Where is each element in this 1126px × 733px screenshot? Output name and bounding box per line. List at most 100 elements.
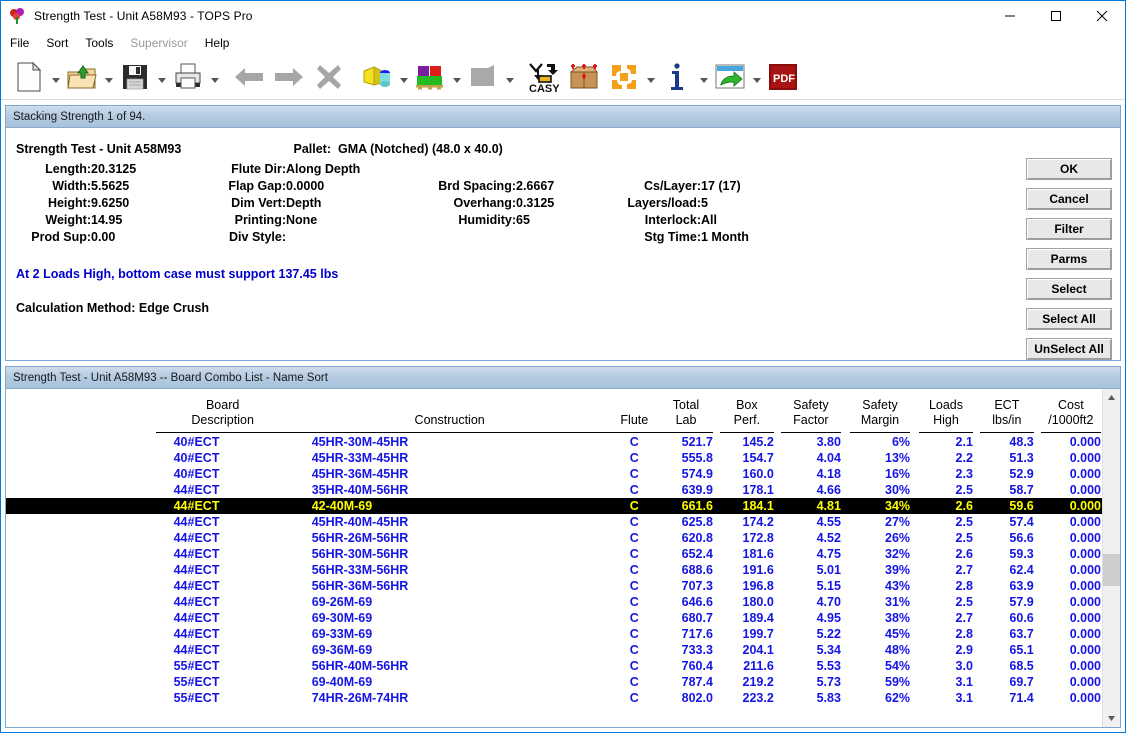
scrollbar-track[interactable] xyxy=(1103,406,1120,710)
new-document-icon[interactable] xyxy=(9,58,49,96)
apps-grid-dropdown-arrow[interactable] xyxy=(644,58,657,96)
div-style-label: Div Style: xyxy=(229,230,286,244)
table-row[interactable]: 55#ECT 69-40M-69 C 787.4 219.2 5.73 59% 3.1 69.7… xyxy=(6,674,1110,690)
table-row[interactable]: 44#ECT 56HR-26M-56HR C 620.8 172.8 4.52 26% 2.5… xyxy=(6,530,1110,546)
header-total-lab[interactable]: Total Lab xyxy=(659,389,720,434)
unit-spec-grid: Length: 20.3125 Flute Dir: Along Depth W… xyxy=(6,161,1036,246)
table-row[interactable]: 40#ECT 45HR-36M-45HR C 574.9 160.0 4.18 16% 2.3… xyxy=(6,466,1110,482)
row-ect: 68.5 xyxy=(1009,659,1034,673)
header-safety-margin[interactable]: Safety Margin xyxy=(849,389,919,434)
header-board-description[interactable]: Board Description xyxy=(155,389,290,434)
header-cost[interactable]: Cost /1000ft2 xyxy=(1040,389,1110,434)
table-row[interactable]: 44#ECT 56HR-36M-56HR C 707.3 196.8 5.15 43% 2.8… xyxy=(6,578,1110,594)
info-icon[interactable] xyxy=(657,58,697,96)
row-safety-factor: 5.34 xyxy=(816,643,841,657)
table-row[interactable]: 44#ECT 69-36M-69 C 733.3 204.1 5.34 48% 2.9 65.1… xyxy=(6,642,1110,658)
row-construction: 42-40M-69 xyxy=(289,498,610,514)
row-ect: 71.4 xyxy=(1009,691,1034,705)
pallet-load-dropdown-arrow[interactable] xyxy=(397,58,410,96)
table-row[interactable]: 55#ECT 56HR-40M-56HR C 760.4 211.6 5.53 54% 3.0… xyxy=(6,658,1110,674)
export-window-icon[interactable] xyxy=(710,58,750,96)
menu-supervisor: Supervisor xyxy=(130,36,188,50)
minimize-button[interactable] xyxy=(987,1,1033,31)
row-cost: 0.000 xyxy=(1069,675,1101,689)
header-box-perf[interactable]: Box Perf. xyxy=(719,389,781,434)
delete-x-icon[interactable] xyxy=(309,58,349,96)
calculation-method: Calculation Method: Edge Crush xyxy=(16,301,210,315)
carton-analysis-icon[interactable] xyxy=(564,58,604,96)
back-arrow-icon[interactable] xyxy=(229,58,269,96)
row-ect: 48.3 xyxy=(1009,435,1034,449)
row-ect: 63.7 xyxy=(1009,627,1034,641)
table-row[interactable]: 44#ECT 45HR-40M-45HR C 625.8 174.2 4.55 27% 2.5… xyxy=(6,514,1110,530)
humidity-value: 65 xyxy=(516,213,530,227)
table-row[interactable]: 40#ECT 45HR-30M-45HR C 521.7 145.2 3.80 6% 2.1 4… xyxy=(6,434,1110,450)
menu-tools[interactable]: Tools xyxy=(85,34,122,52)
table-row[interactable]: 44#ECT 56HR-30M-56HR C 652.4 181.6 4.75 32% 2.6… xyxy=(6,546,1110,562)
close-button[interactable] xyxy=(1079,1,1125,31)
menu-file[interactable]: File xyxy=(10,34,38,52)
table-row[interactable]: 44#ECT 69-30M-69 C 680.7 189.4 4.95 38% 2.7 60.6… xyxy=(6,610,1110,626)
casy-icon[interactable]: CASY xyxy=(524,58,564,96)
table-row[interactable]: 44#ECT 42-40M-69 C 661.6 184.1 4.81 34% 2.6 59.6… xyxy=(6,498,1110,514)
row-board-description: 44#ECT xyxy=(173,547,220,561)
row-cost: 0.000 xyxy=(1069,691,1101,705)
spec-row-width: Width: 5.5625 Flap Gap: 0.0000 Brd Spaci… xyxy=(6,178,1036,195)
open-folder-icon[interactable] xyxy=(62,58,102,96)
header-ect[interactable]: ECT lbs/in xyxy=(979,389,1041,434)
table-row[interactable]: 55#ECT 74HR-26M-74HR C 802.0 223.2 5.83 62% 3.1… xyxy=(6,690,1110,706)
header-total-lab-label: Total Lab xyxy=(672,398,700,427)
menu-help[interactable]: Help xyxy=(205,34,239,52)
save-dropdown-arrow[interactable] xyxy=(155,58,168,96)
header-flute[interactable]: Flute xyxy=(609,389,660,434)
table-row[interactable]: 40#ECT 45HR-33M-45HR C 555.8 154.7 4.04 13% 2.2… xyxy=(6,450,1110,466)
row-left-pad xyxy=(6,546,156,562)
scroll-up-arrow-icon[interactable] xyxy=(1103,389,1120,406)
table-row[interactable]: 44#ECT 35HR-40M-56HR C 639.9 178.1 4.66 30% 2.5… xyxy=(6,482,1110,498)
table-row[interactable]: 44#ECT 69-26M-69 C 646.6 180.0 4.70 31% 2.5 57.9… xyxy=(6,594,1110,610)
table-vertical-scrollbar[interactable] xyxy=(1102,389,1120,727)
row-left-pad xyxy=(6,450,156,466)
layers-load-value: 5 xyxy=(701,196,708,210)
header-safety-factor[interactable]: Safety Factor xyxy=(780,389,850,434)
forward-arrow-icon[interactable] xyxy=(269,58,309,96)
ok-button[interactable]: OK xyxy=(1026,158,1112,180)
unselect-all-button[interactable]: UnSelect All xyxy=(1026,338,1112,360)
menu-sort[interactable]: Sort xyxy=(46,34,77,52)
row-safety-margin: 6% xyxy=(891,435,911,449)
flap-gap-value: 0.0000 xyxy=(286,179,325,193)
height-label: Height: xyxy=(47,196,91,210)
pallet-load-icon[interactable] xyxy=(357,58,397,96)
info-dropdown-arrow[interactable] xyxy=(697,58,710,96)
maximize-button[interactable] xyxy=(1033,1,1079,31)
cancel-button[interactable]: Cancel xyxy=(1026,188,1112,210)
parms-button[interactable]: Parms xyxy=(1026,248,1112,270)
spec-row-weight: Weight: 14.95 Printing: None Humidity: 6… xyxy=(6,212,1036,229)
scrollbar-thumb[interactable] xyxy=(1103,554,1120,586)
pdf-icon[interactable]: PDF xyxy=(763,58,803,96)
open-folder-dropdown-arrow[interactable] xyxy=(102,58,115,96)
print-icon[interactable] xyxy=(168,58,208,96)
table-row[interactable]: 44#ECT 69-33M-69 C 717.6 199.7 5.22 45% 2.8 63.7… xyxy=(6,626,1110,642)
header-loads-high[interactable]: Loads High xyxy=(919,389,980,434)
box-gray-dropdown-arrow[interactable] xyxy=(503,58,516,96)
row-flute: C xyxy=(629,435,639,449)
case-on-pallet-dropdown-arrow[interactable] xyxy=(450,58,463,96)
export-window-dropdown-arrow[interactable] xyxy=(750,58,763,96)
box-gray-icon[interactable] xyxy=(463,58,503,96)
select-all-button[interactable]: Select All xyxy=(1026,308,1112,330)
new-document-dropdown-arrow[interactable] xyxy=(49,58,62,96)
case-on-pallet-icon[interactable] xyxy=(410,58,450,96)
board-combo-list-caption: Strength Test - Unit A58M93 -- Board Com… xyxy=(6,367,1120,389)
row-construction: 69-30M-69 xyxy=(311,611,373,625)
table-row[interactable]: 44#ECT 56HR-33M-56HR C 688.6 191.6 5.01 39% 2.7… xyxy=(6,562,1110,578)
apps-grid-icon[interactable] xyxy=(604,58,644,96)
save-floppy-icon[interactable] xyxy=(115,58,155,96)
scroll-down-arrow-icon[interactable] xyxy=(1103,710,1120,727)
filter-button[interactable]: Filter xyxy=(1026,218,1112,240)
row-left-pad xyxy=(6,514,156,530)
row-safety-margin: 13% xyxy=(885,451,911,465)
select-button[interactable]: Select xyxy=(1026,278,1112,300)
header-construction[interactable]: Construction xyxy=(289,389,610,434)
print-dropdown-arrow[interactable] xyxy=(208,58,221,96)
